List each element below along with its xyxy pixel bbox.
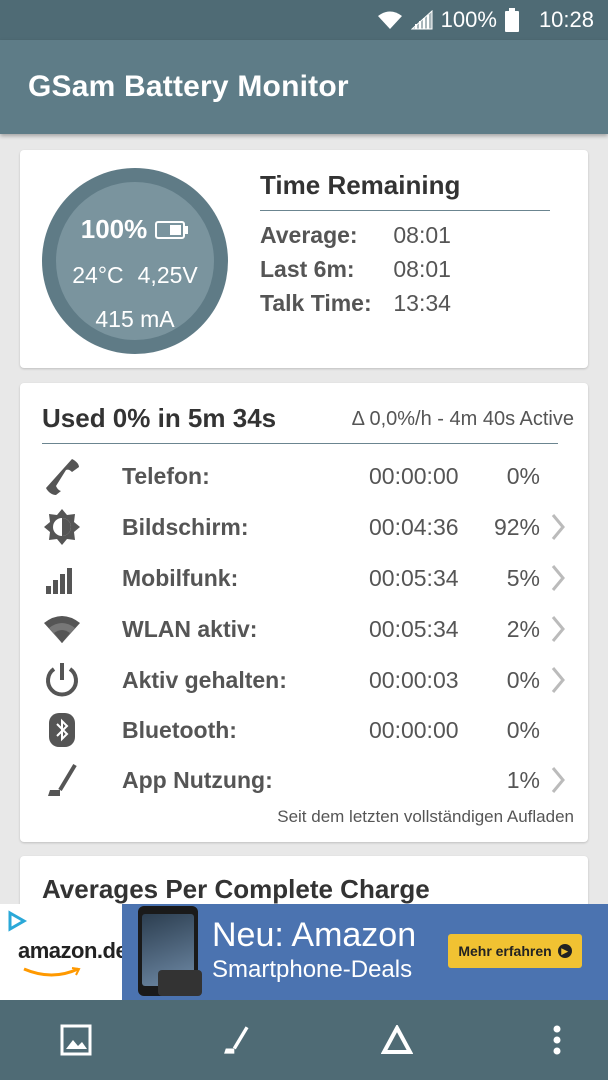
chevron-right-icon[interactable] (550, 512, 570, 542)
gauge-percent: 100% (80, 214, 148, 244)
more-vert-icon[interactable] (537, 1020, 577, 1060)
gauge-percent-row: 100% (56, 214, 214, 245)
time-remaining-value: 08:01 (393, 222, 451, 248)
ad-cta-button[interactable]: Mehr erfahren ▶ (448, 934, 582, 968)
time-remaining-row: Last 6m: 08:01 (260, 256, 451, 283)
usage-row-percent: 2% (506, 615, 540, 642)
ad-subline: Smartphone-Deals (212, 956, 413, 983)
time-remaining-value: 13:34 (393, 290, 451, 316)
power-icon (42, 660, 92, 700)
clock: 10:28 (538, 7, 594, 32)
gauge-temp-volt-row: 24°C 4,25V (56, 262, 214, 289)
battery-percent: 100% (440, 7, 497, 32)
status-bar: 100% 10:28 (0, 0, 608, 40)
usage-row-bildschirm[interactable]: Bildschirm: 00:04:36 92% (42, 502, 582, 552)
chevron-right-icon[interactable] (550, 614, 570, 644)
battery-gauge-inner: 100% 24°C 4,25V 415 mA (56, 182, 214, 340)
usage-row-name: Bildschirm: (122, 513, 249, 540)
time-remaining-label: Talk Time: (260, 290, 372, 316)
usage-row-name: Bluetooth: (122, 716, 237, 743)
usage-row-name: Telefon: (122, 462, 210, 489)
usage-card: Used 0% in 5m 34s Δ 0,0%/h - 4m 40s Acti… (20, 383, 588, 842)
app-title: GSam Battery Monitor (28, 70, 349, 103)
battery-icon (504, 8, 519, 32)
app-bar: GSam Battery Monitor (0, 40, 608, 134)
usage-row-percent: 0% (506, 462, 540, 489)
usage-row-name: App Nutzung: (122, 766, 273, 793)
image-icon[interactable] (56, 1020, 96, 1060)
app-usage-icon[interactable] (216, 1020, 256, 1060)
signal-icon (410, 10, 433, 30)
usage-row-time: 00:00:03 (369, 666, 459, 693)
app-usage-icon (42, 760, 92, 800)
usage-row-time: 00:05:34 (369, 615, 459, 642)
usage-row-mobilfunk[interactable]: Mobilfunk: 00:05:34 5% (42, 553, 582, 603)
bottom-toolbar (0, 1000, 608, 1080)
time-remaining-title: Time Remaining (260, 170, 461, 200)
gauge-current: 415 mA (95, 306, 175, 332)
usage-row-percent: 1% (506, 766, 540, 793)
divider (260, 210, 550, 211)
usage-row-name: Mobilfunk: (122, 564, 239, 591)
chevron-right-icon[interactable] (550, 765, 570, 795)
ad-cta-label: Mehr erfahren (458, 943, 552, 959)
brightness-icon (42, 507, 92, 547)
gauge-voltage: 4,25V (137, 262, 198, 288)
ad-banner[interactable]: amazon.de Neu: Amazon Smartphone-Deals M… (0, 904, 608, 1000)
time-remaining-label: Last 6m: (260, 256, 355, 282)
usage-row-app-nutzung[interactable]: App Nutzung: 1% (42, 755, 582, 805)
usage-row-name: WLAN aktiv: (122, 615, 258, 642)
ad-headline: Neu: Amazon (212, 916, 417, 954)
battery-gauge: 100% 24°C 4,25V 415 mA (42, 168, 228, 354)
gauge-temperature: 24°C (72, 262, 124, 288)
usage-row-time: 00:00:00 (369, 462, 459, 489)
ad-choices-icon[interactable] (6, 910, 28, 937)
bluetooth-icon (42, 710, 92, 750)
time-remaining-row: Average: 08:01 (260, 222, 451, 249)
usage-row-bluetooth: Bluetooth: 00:00:00 0% (42, 705, 582, 755)
usage-row-time: 00:04:36 (369, 513, 459, 540)
battery-full-icon (155, 220, 189, 239)
time-remaining-label: Average: (260, 222, 358, 248)
amazon-smile-icon (22, 966, 82, 984)
divider (42, 443, 558, 444)
usage-footnote: Seit dem letzten vollständigen Aufladen (277, 807, 574, 826)
battery-summary-card[interactable]: 100% 24°C 4,25V 415 mA Time Remaining Av… (20, 150, 588, 368)
ad-watch-image (158, 970, 202, 996)
chevron-right-icon[interactable] (550, 665, 570, 695)
phone-icon (42, 456, 92, 496)
usage-row-aktiv-gehalten[interactable]: Aktiv gehalten: 00:00:03 0% (42, 655, 582, 705)
averages-title: Averages Per Complete Charge (42, 874, 430, 904)
usage-row-time: 00:00:00 (369, 716, 459, 743)
delta-icon[interactable] (377, 1020, 417, 1060)
wifi-icon (377, 10, 403, 30)
usage-row-percent: 0% (506, 666, 540, 693)
usage-row-percent: 92% (493, 513, 540, 540)
play-icon: ▶ (557, 944, 572, 958)
usage-title: Used 0% in 5m 34s (42, 403, 277, 433)
time-remaining-value: 08:01 (393, 256, 451, 282)
chevron-right-icon[interactable] (550, 563, 570, 593)
usage-row-name: Aktiv gehalten: (122, 666, 287, 693)
signal-bars-icon (42, 558, 92, 598)
time-remaining-row: Talk Time: 13:34 (260, 290, 451, 317)
wifi-icon (42, 609, 92, 649)
usage-row-telefon: Telefon: 00:00:00 0% (42, 451, 582, 501)
ad-brand-logo: amazon.de (18, 938, 128, 963)
usage-row-wlan[interactable]: WLAN aktiv: 00:05:34 2% (42, 604, 582, 654)
usage-row-percent: 5% (506, 564, 540, 591)
usage-rate: Δ 0,0%/h - 4m 40s Active (351, 408, 574, 430)
usage-row-percent: 0% (506, 716, 540, 743)
usage-row-time: 00:05:34 (369, 564, 459, 591)
